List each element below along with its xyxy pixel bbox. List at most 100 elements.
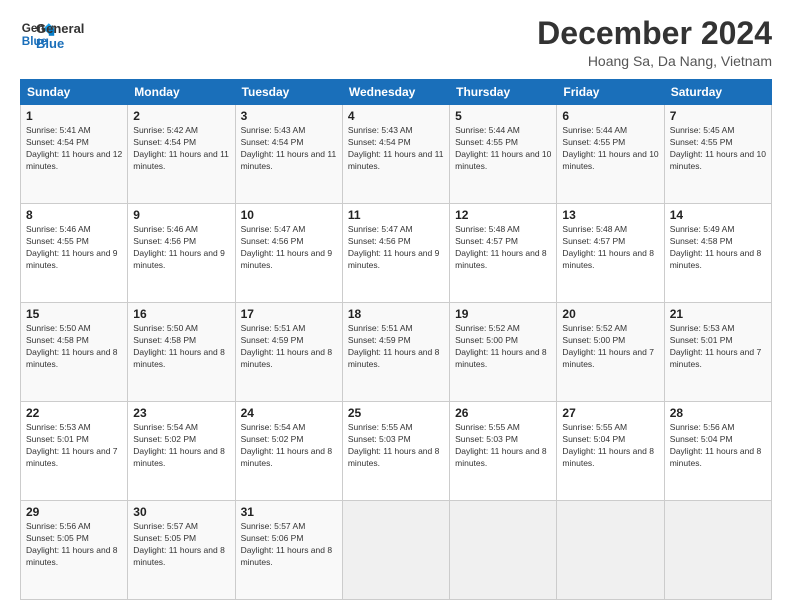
day-number: 14 [670,208,766,222]
day-info: Sunrise: 5:52 AMSunset: 5:00 PMDaylight:… [562,323,654,369]
day-info: Sunrise: 5:55 AMSunset: 5:04 PMDaylight:… [562,422,654,468]
day-info: Sunrise: 5:55 AMSunset: 5:03 PMDaylight:… [348,422,440,468]
table-row: 31 Sunrise: 5:57 AMSunset: 5:06 PMDayligh… [235,501,342,600]
day-info: Sunrise: 5:49 AMSunset: 4:58 PMDaylight:… [670,224,762,270]
day-number: 25 [348,406,444,420]
table-row [342,501,449,600]
day-number: 10 [241,208,337,222]
calendar-title: December 2024 [537,16,772,51]
day-number: 18 [348,307,444,321]
day-info: Sunrise: 5:50 AMSunset: 4:58 PMDaylight:… [26,323,118,369]
day-number: 6 [562,109,658,123]
day-number: 15 [26,307,122,321]
table-row: 30 Sunrise: 5:57 AMSunset: 5:05 PMDayligh… [128,501,235,600]
header-tuesday: Tuesday [235,80,342,105]
header-wednesday: Wednesday [342,80,449,105]
calendar-table: Sunday Monday Tuesday Wednesday Thursday… [20,79,772,600]
day-number: 17 [241,307,337,321]
title-block: December 2024 Hoang Sa, Da Nang, Vietnam [537,16,772,69]
day-info: Sunrise: 5:46 AMSunset: 4:56 PMDaylight:… [133,224,225,270]
header-friday: Friday [557,80,664,105]
table-row: 3 Sunrise: 5:43 AMSunset: 4:54 PMDaylight… [235,105,342,204]
day-number: 31 [241,505,337,519]
day-number: 24 [241,406,337,420]
day-info: Sunrise: 5:57 AMSunset: 5:06 PMDaylight:… [241,521,333,567]
day-info: Sunrise: 5:47 AMSunset: 4:56 PMDaylight:… [241,224,333,270]
day-number: 20 [562,307,658,321]
day-info: Sunrise: 5:50 AMSunset: 4:58 PMDaylight:… [133,323,225,369]
table-row: 4Sunrise: 5:43 AMSunset: 4:54 PMDaylight… [342,105,449,204]
day-number: 8 [26,208,122,222]
table-row: 28Sunrise: 5:56 AMSunset: 5:04 PMDayligh… [664,402,771,501]
header-monday: Monday [128,80,235,105]
day-number: 27 [562,406,658,420]
logo-line2: Blue [36,36,84,51]
table-row: 2 Sunrise: 5:42 AMSunset: 4:54 PMDaylight… [128,105,235,204]
day-info: Sunrise: 5:54 AMSunset: 5:02 PMDaylight:… [133,422,225,468]
table-row: 19Sunrise: 5:52 AMSunset: 5:00 PMDayligh… [450,303,557,402]
day-number: 12 [455,208,551,222]
table-row: 1 Sunrise: 5:41 AMSunset: 4:54 PMDaylight… [21,105,128,204]
day-number: 4 [348,109,444,123]
table-row: 10 Sunrise: 5:47 AMSunset: 4:56 PMDayligh… [235,204,342,303]
day-info: Sunrise: 5:52 AMSunset: 5:00 PMDaylight:… [455,323,547,369]
day-number: 23 [133,406,229,420]
day-number: 13 [562,208,658,222]
day-info: Sunrise: 5:44 AMSunset: 4:55 PMDaylight:… [562,125,658,171]
day-number: 7 [670,109,766,123]
day-info: Sunrise: 5:42 AMSunset: 4:54 PMDaylight:… [133,125,229,171]
table-row: 29Sunrise: 5:56 AMSunset: 5:05 PMDayligh… [21,501,128,600]
header-thursday: Thursday [450,80,557,105]
logo-line1: General [36,21,84,36]
day-info: Sunrise: 5:44 AMSunset: 4:55 PMDaylight:… [455,125,551,171]
day-number: 30 [133,505,229,519]
day-info: Sunrise: 5:45 AMSunset: 4:55 PMDaylight:… [670,125,766,171]
day-info: Sunrise: 5:54 AMSunset: 5:02 PMDaylight:… [241,422,333,468]
day-number: 2 [133,109,229,123]
day-number: 11 [348,208,444,222]
header: General Blue General Blue December 2024 … [20,16,772,69]
table-row: 15 Sunrise: 5:50 AMSunset: 4:58 PMDayligh… [21,303,128,402]
day-number: 3 [241,109,337,123]
day-info: Sunrise: 5:56 AMSunset: 5:05 PMDaylight:… [26,521,118,567]
table-row: 7 Sunrise: 5:45 AMSunset: 4:55 PMDaylight… [664,105,771,204]
table-row [450,501,557,600]
day-header-row: Sunday Monday Tuesday Wednesday Thursday… [21,80,772,105]
day-number: 28 [670,406,766,420]
day-info: Sunrise: 5:46 AMSunset: 4:55 PMDaylight:… [26,224,118,270]
table-row: 17 Sunrise: 5:51 AMSunset: 4:59 PMDayligh… [235,303,342,402]
day-info: Sunrise: 5:43 AMSunset: 4:54 PMDaylight:… [241,125,337,171]
day-number: 26 [455,406,551,420]
table-row [557,501,664,600]
table-row: 21 Sunrise: 5:53 AMSunset: 5:01 PMDayligh… [664,303,771,402]
calendar-subtitle: Hoang Sa, Da Nang, Vietnam [537,53,772,69]
table-row: 25 Sunrise: 5:55 AMSunset: 5:03 PMDayligh… [342,402,449,501]
day-number: 9 [133,208,229,222]
table-row [664,501,771,600]
day-info: Sunrise: 5:41 AMSunset: 4:54 PMDaylight:… [26,125,122,171]
day-number: 21 [670,307,766,321]
table-row: 11Sunrise: 5:47 AMSunset: 4:56 PMDayligh… [342,204,449,303]
logo: General Blue General Blue [20,16,84,52]
table-row: 13 Sunrise: 5:48 AMSunset: 4:57 PMDayligh… [557,204,664,303]
table-row: 18 Sunrise: 5:51 AMSunset: 4:59 PMDayligh… [342,303,449,402]
table-row: 9 Sunrise: 5:46 AMSunset: 4:56 PMDaylight… [128,204,235,303]
day-info: Sunrise: 5:48 AMSunset: 4:57 PMDaylight:… [455,224,547,270]
day-number: 5 [455,109,551,123]
day-info: Sunrise: 5:51 AMSunset: 4:59 PMDaylight:… [348,323,440,369]
table-row: 12 Sunrise: 5:48 AMSunset: 4:57 PMDayligh… [450,204,557,303]
table-row: 22Sunrise: 5:53 AMSunset: 5:01 PMDayligh… [21,402,128,501]
day-info: Sunrise: 5:55 AMSunset: 5:03 PMDaylight:… [455,422,547,468]
day-info: Sunrise: 5:53 AMSunset: 5:01 PMDaylight:… [670,323,762,369]
table-row: 16Sunrise: 5:50 AMSunset: 4:58 PMDayligh… [128,303,235,402]
table-row: 6 Sunrise: 5:44 AMSunset: 4:55 PMDaylight… [557,105,664,204]
table-row: 26 Sunrise: 5:55 AMSunset: 5:03 PMDayligh… [450,402,557,501]
day-info: Sunrise: 5:51 AMSunset: 4:59 PMDaylight:… [241,323,333,369]
day-info: Sunrise: 5:57 AMSunset: 5:05 PMDaylight:… [133,521,225,567]
table-row: 8 Sunrise: 5:46 AMSunset: 4:55 PMDaylight… [21,204,128,303]
calendar-page: General Blue General Blue December 2024 … [0,0,792,612]
day-number: 1 [26,109,122,123]
day-info: Sunrise: 5:48 AMSunset: 4:57 PMDaylight:… [562,224,654,270]
table-row: 20 Sunrise: 5:52 AMSunset: 5:00 PMDayligh… [557,303,664,402]
header-sunday: Sunday [21,80,128,105]
